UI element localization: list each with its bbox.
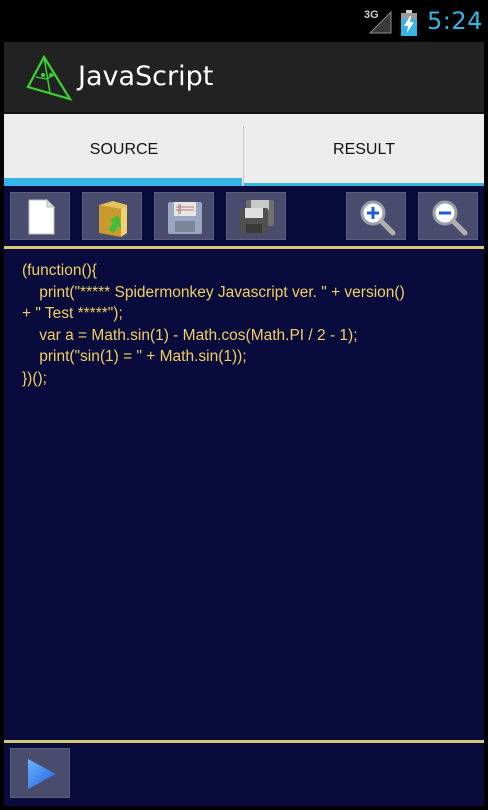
save-as-button[interactable] xyxy=(226,192,286,240)
tab-result[interactable]: RESULT xyxy=(244,114,484,186)
zoom-out-button[interactable] xyxy=(418,192,478,240)
save-as-icon xyxy=(240,200,274,234)
tab-bar: SOURCE RESULT xyxy=(4,114,484,186)
signal-icon xyxy=(368,10,392,34)
tab-selected-indicator xyxy=(4,178,242,186)
code-editor[interactable]: (function(){ print("***** Spidermonkey J… xyxy=(22,260,474,389)
save-icon xyxy=(168,202,202,234)
battery-charging-icon xyxy=(401,10,417,36)
status-bar: 3G 5:24 xyxy=(0,0,488,42)
play-icon xyxy=(28,759,56,789)
editor-toolbar xyxy=(4,186,484,246)
new-file-icon xyxy=(28,198,56,235)
toolbar-separator xyxy=(4,246,484,249)
app-title: JavaScript xyxy=(78,61,214,92)
new-file-button[interactable] xyxy=(10,192,70,240)
editor-panel: (function(){ print("***** Spidermonkey J… xyxy=(4,186,484,806)
run-button[interactable] xyxy=(10,748,70,798)
tab-source[interactable]: SOURCE xyxy=(4,114,244,186)
zoom-in-icon xyxy=(360,200,396,236)
save-button[interactable] xyxy=(154,192,214,240)
zoom-in-button[interactable] xyxy=(346,192,406,240)
action-bar: JavaScript xyxy=(4,42,484,114)
app-logo-icon xyxy=(26,54,73,101)
open-file-button[interactable] xyxy=(82,192,142,240)
zoom-out-icon xyxy=(432,200,468,236)
clock: 5:24 xyxy=(427,7,483,35)
tab-result-label: RESULT xyxy=(333,141,395,158)
bottom-separator xyxy=(4,740,484,743)
open-folder-icon xyxy=(99,201,127,237)
tab-source-label: SOURCE xyxy=(89,141,159,158)
